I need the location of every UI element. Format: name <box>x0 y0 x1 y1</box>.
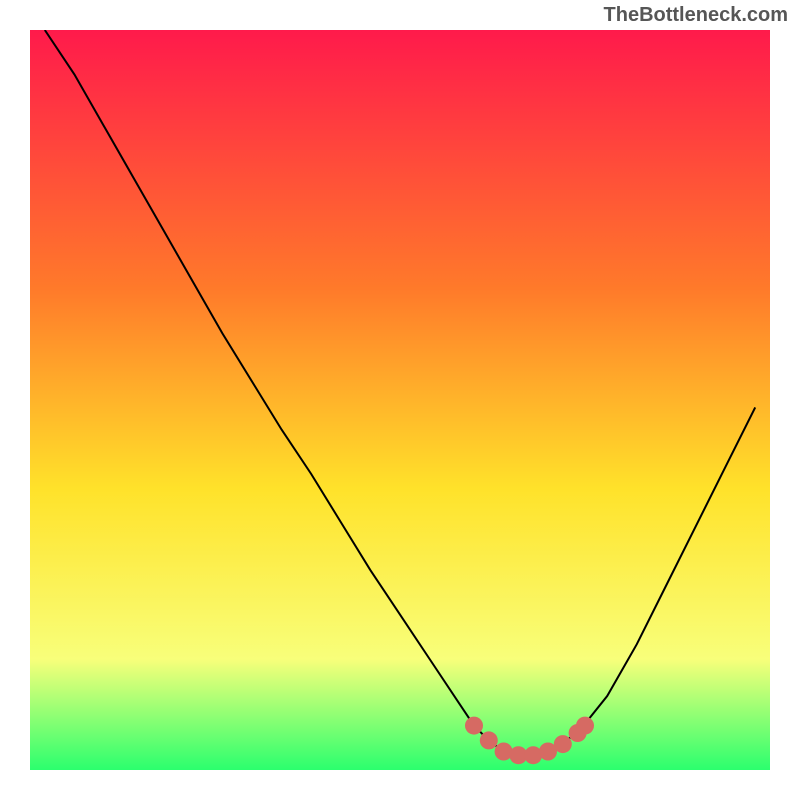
highlight-marker <box>465 717 483 735</box>
highlight-marker <box>480 731 498 749</box>
attribution-label: TheBottleneck.com <box>604 4 788 27</box>
gradient-background <box>30 30 770 770</box>
chart-svg <box>30 30 770 770</box>
plot-area <box>30 30 770 770</box>
highlight-marker <box>576 717 594 735</box>
highlight-marker <box>554 735 572 753</box>
chart-container: TheBottleneck.com <box>0 0 800 800</box>
